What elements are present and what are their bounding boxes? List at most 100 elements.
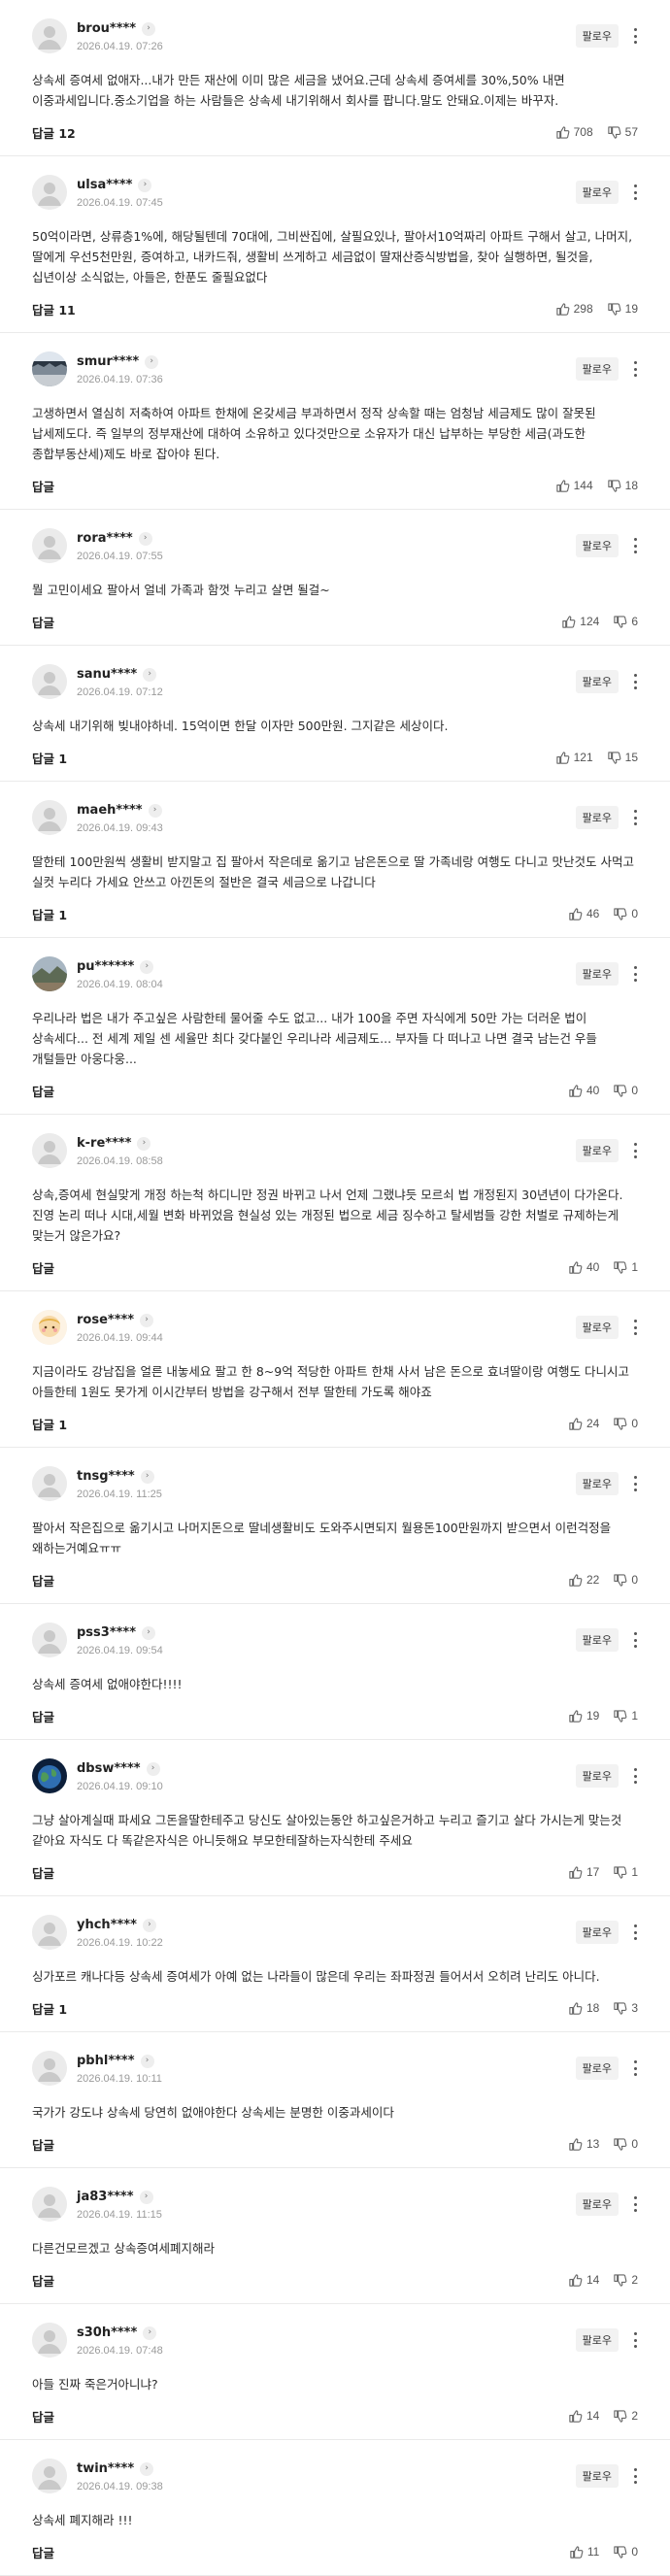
username[interactable]: dbsw**** — [77, 1761, 141, 1776]
follow-button[interactable]: 팔로우 — [575, 24, 619, 48]
reply-button[interactable]: 답글 — [32, 1258, 54, 1277]
reply-button[interactable]: 답글 1 — [32, 1999, 67, 2018]
follow-button[interactable]: 팔로우 — [575, 670, 619, 693]
like-button[interactable]: 17 — [568, 1865, 599, 1880]
more-options-icon[interactable] — [632, 674, 638, 689]
more-options-icon[interactable] — [632, 810, 638, 825]
dislike-button[interactable]: 0 — [613, 2137, 638, 2152]
username[interactable]: sanu**** — [77, 667, 137, 682]
follow-button[interactable]: 팔로우 — [575, 2057, 619, 2080]
like-button[interactable]: 22 — [568, 1573, 599, 1588]
more-options-icon[interactable] — [632, 2332, 638, 2348]
like-button[interactable]: 124 — [561, 615, 599, 629]
reply-button[interactable]: 답글 — [32, 2271, 54, 2290]
more-options-icon[interactable] — [632, 184, 638, 200]
dislike-button[interactable]: 3 — [613, 2001, 638, 2016]
chevron-right-icon[interactable]: › — [146, 1761, 160, 1776]
avatar-default[interactable] — [32, 175, 67, 210]
chevron-right-icon[interactable]: › — [148, 803, 162, 818]
avatar-landscape[interactable] — [32, 351, 67, 386]
username[interactable]: ja83**** — [77, 2190, 134, 2204]
username[interactable]: twin**** — [77, 2461, 134, 2476]
dislike-button[interactable]: 18 — [607, 479, 638, 493]
username[interactable]: brou**** — [77, 21, 136, 36]
follow-button[interactable]: 팔로우 — [575, 2192, 619, 2216]
chevron-right-icon[interactable]: › — [143, 2325, 157, 2340]
chevron-right-icon[interactable]: › — [138, 178, 152, 192]
follow-button[interactable]: 팔로우 — [575, 806, 619, 829]
chevron-right-icon[interactable]: › — [138, 531, 152, 546]
like-button[interactable]: 144 — [555, 479, 593, 493]
reply-button[interactable]: 답글 — [32, 2543, 54, 2561]
follow-button[interactable]: 팔로우 — [575, 181, 619, 204]
dislike-button[interactable]: 57 — [607, 125, 638, 140]
avatar-default[interactable] — [32, 2459, 67, 2493]
dislike-button[interactable]: 1 — [613, 1260, 638, 1275]
more-options-icon[interactable] — [632, 1924, 638, 1940]
like-button[interactable]: 13 — [568, 2137, 599, 2152]
follow-button[interactable]: 팔로우 — [575, 1472, 619, 1495]
username[interactable]: rora**** — [77, 531, 133, 546]
username[interactable]: pbhl**** — [77, 2054, 135, 2068]
more-options-icon[interactable] — [632, 1143, 638, 1158]
like-button[interactable]: 121 — [555, 751, 593, 765]
more-options-icon[interactable] — [632, 1320, 638, 1335]
more-options-icon[interactable] — [632, 2196, 638, 2212]
like-button[interactable]: 40 — [568, 1084, 599, 1098]
avatar-default[interactable] — [32, 800, 67, 835]
reply-button[interactable]: 답글 — [32, 2135, 54, 2154]
chevron-right-icon[interactable]: › — [142, 1625, 156, 1640]
username[interactable]: s30h**** — [77, 2325, 137, 2340]
chevron-right-icon[interactable]: › — [140, 1313, 154, 1327]
username[interactable]: tnsg**** — [77, 1469, 135, 1484]
chevron-right-icon[interactable]: › — [140, 959, 154, 974]
follow-button[interactable]: 팔로우 — [575, 534, 619, 557]
like-button[interactable]: 14 — [568, 2273, 599, 2288]
reply-button[interactable]: 답글 11 — [32, 300, 76, 318]
reply-button[interactable]: 답글 — [32, 1863, 54, 1882]
dislike-button[interactable]: 2 — [613, 2409, 638, 2424]
like-button[interactable]: 708 — [555, 125, 593, 140]
follow-button[interactable]: 팔로우 — [575, 1316, 619, 1339]
reply-button[interactable]: 답글 1 — [32, 905, 67, 923]
dislike-button[interactable]: 2 — [613, 2273, 638, 2288]
username[interactable]: pss3**** — [77, 1625, 136, 1640]
reply-button[interactable]: 답글 — [32, 1571, 54, 1589]
chevron-right-icon[interactable]: › — [137, 1136, 151, 1151]
chevron-right-icon[interactable]: › — [139, 2190, 153, 2204]
like-button[interactable]: 24 — [568, 1417, 599, 1431]
reply-button[interactable]: 답글 1 — [32, 1415, 67, 1433]
avatar-default[interactable] — [32, 664, 67, 699]
chevron-right-icon[interactable]: › — [140, 1469, 154, 1484]
chevron-right-icon[interactable]: › — [140, 2461, 154, 2476]
avatar-default[interactable] — [32, 1623, 67, 1657]
dislike-button[interactable]: 0 — [613, 2545, 638, 2559]
dislike-button[interactable]: 0 — [613, 1417, 638, 1431]
dislike-button[interactable]: 0 — [613, 1573, 638, 1588]
more-options-icon[interactable] — [632, 1768, 638, 1784]
reply-button[interactable]: 답글 — [32, 613, 54, 631]
dislike-button[interactable]: 19 — [607, 302, 638, 317]
like-button[interactable]: 11 — [569, 2545, 599, 2559]
reply-button[interactable]: 답글 — [32, 477, 54, 495]
avatar-default[interactable] — [32, 1466, 67, 1501]
avatar-default[interactable] — [32, 2051, 67, 2086]
follow-button[interactable]: 팔로우 — [575, 1139, 619, 1162]
follow-button[interactable]: 팔로우 — [575, 1628, 619, 1652]
dislike-button[interactable]: 1 — [613, 1709, 638, 1723]
avatar-default[interactable] — [32, 2187, 67, 2222]
username[interactable]: k-re**** — [77, 1136, 131, 1151]
username[interactable]: pu****** — [77, 959, 134, 974]
avatar-landscape2[interactable] — [32, 956, 67, 991]
avatar-default[interactable] — [32, 1915, 67, 1950]
more-options-icon[interactable] — [632, 2060, 638, 2076]
reply-button[interactable]: 답글 — [32, 1082, 54, 1100]
avatar-default[interactable] — [32, 1133, 67, 1168]
reply-button[interactable]: 답글 1 — [32, 749, 67, 767]
dislike-button[interactable]: 6 — [613, 615, 638, 629]
like-button[interactable]: 40 — [568, 1260, 599, 1275]
follow-button[interactable]: 팔로우 — [575, 1764, 619, 1788]
like-button[interactable]: 298 — [555, 302, 593, 317]
more-options-icon[interactable] — [632, 538, 638, 553]
username[interactable]: maeh**** — [77, 803, 143, 818]
